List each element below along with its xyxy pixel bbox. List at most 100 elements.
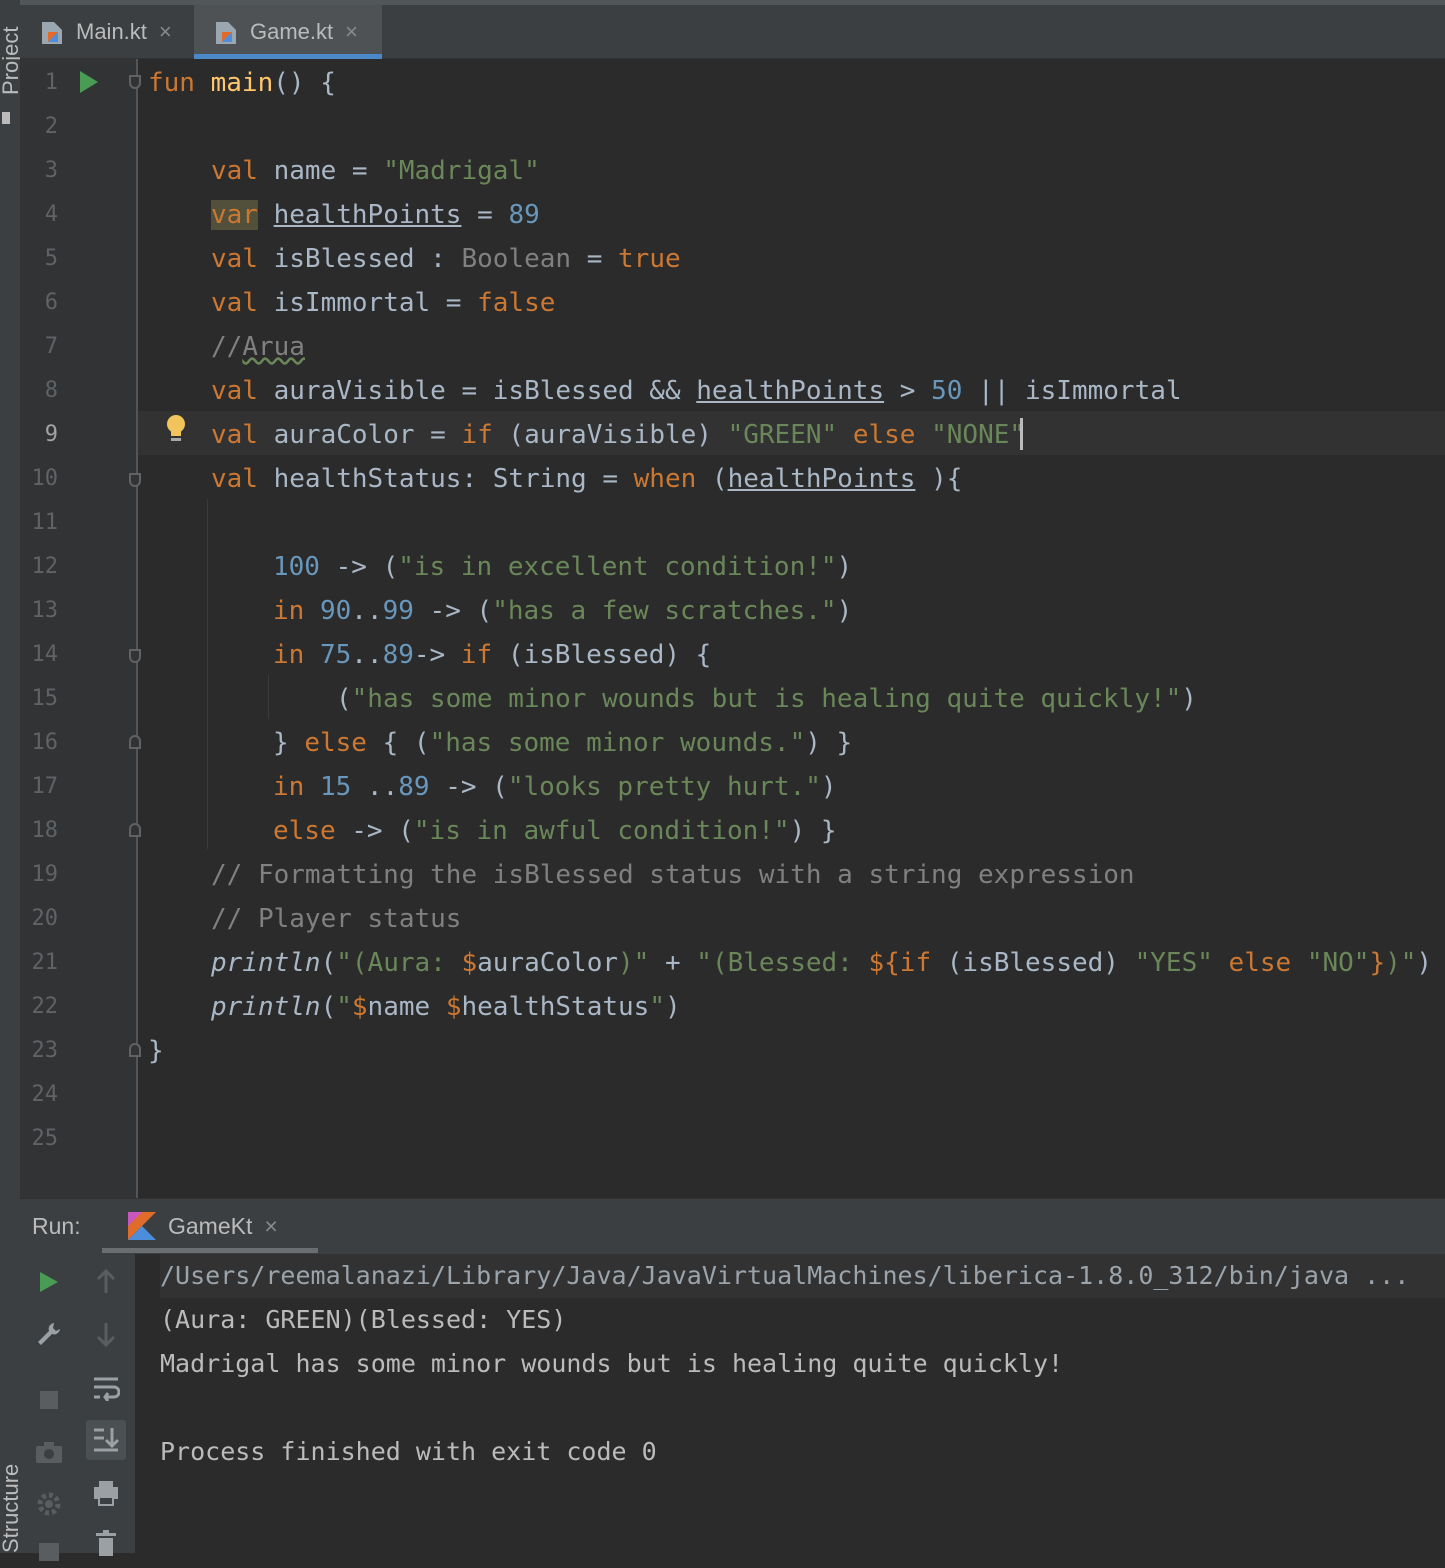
keyword: val	[211, 464, 258, 494]
line-number: 11	[31, 510, 59, 535]
code-text: { (	[366, 728, 430, 758]
code-line-12: 100 -> ("is in excellent condition!")	[273, 545, 852, 589]
code-text: -> (	[319, 552, 399, 582]
code-line-23: }	[148, 1029, 164, 1073]
run-panel-header: Run: GameKt ×	[20, 1198, 1445, 1254]
string-literal: "NO"	[1306, 948, 1370, 978]
stop-icon[interactable]	[32, 1383, 66, 1417]
line-number: 21	[31, 950, 59, 975]
template-marker: ${	[868, 948, 900, 978]
mutable-variable: healthPoints	[696, 376, 885, 406]
settings-icon[interactable]	[32, 1487, 66, 1521]
string-literal: "is in excellent condition!"	[398, 552, 837, 582]
fold-marker[interactable]	[129, 473, 141, 487]
up-arrow-icon[interactable]	[89, 1265, 123, 1299]
code-text: +	[649, 948, 697, 978]
code-text: ){	[915, 464, 963, 494]
line-number: 5	[44, 246, 58, 271]
scroll-to-end-icon[interactable]	[86, 1420, 126, 1460]
code-text: () {	[273, 68, 336, 98]
run-panel-label: Run:	[32, 1213, 81, 1239]
code-text: )	[836, 596, 853, 626]
code-line-6: val isImmortal = false	[211, 281, 555, 325]
number-literal: 50	[931, 376, 963, 406]
fold-marker[interactable]	[129, 735, 141, 749]
console-output-line: Process finished with exit code 0	[160, 1437, 657, 1466]
camera-icon[interactable]	[32, 1435, 66, 1469]
fold-marker[interactable]	[129, 75, 141, 89]
string-literal	[430, 992, 446, 1022]
code-text: -> (	[413, 596, 493, 626]
run-tab-label: GameKt	[168, 1212, 253, 1239]
keyword: if	[461, 420, 493, 450]
project-indicator	[2, 112, 10, 124]
line-number: 15	[31, 686, 59, 711]
trash-icon[interactable]	[89, 1526, 123, 1560]
close-icon[interactable]: ×	[159, 19, 172, 45]
code-text: )	[664, 992, 681, 1022]
code-text: >	[884, 376, 932, 406]
keyword: if	[899, 948, 932, 978]
print-icon[interactable]	[89, 1476, 123, 1510]
code-line-5: val isBlessed : Boolean = true	[211, 237, 681, 281]
code-text: ) }	[805, 728, 853, 758]
down-arrow-icon[interactable]	[89, 1317, 123, 1351]
code-text: isBlessed :	[257, 244, 462, 274]
code-line-19: // Formatting the isBlessed status with …	[211, 853, 1135, 897]
run-console-output[interactable]: /Users/reemalanazi/Library/Java/JavaVirt…	[135, 1254, 1445, 1553]
rerun-icon[interactable]	[32, 1265, 66, 1299]
string-literal: "	[649, 992, 665, 1022]
kotlin-file-icon	[42, 22, 62, 44]
code-line-17: in 15 ..89 -> ("looks pretty hurt.")	[273, 765, 837, 809]
comment-typo: Arua	[242, 332, 305, 362]
keyword: in	[273, 772, 305, 802]
keyword: when	[633, 464, 697, 494]
line-number: 10	[31, 466, 59, 491]
line-number: 23	[31, 1038, 59, 1063]
function-call: println	[211, 992, 321, 1022]
code-line-1: fun main() {	[148, 61, 336, 105]
template-variable: healthStatus	[461, 992, 650, 1022]
toolbar-icon[interactable]	[32, 1534, 66, 1568]
template-variable: auraColor	[477, 948, 619, 978]
mutable-variable: healthPoints	[727, 464, 916, 494]
tab-main-kt[interactable]: Main.kt ×	[20, 5, 192, 59]
keyword: else	[852, 420, 916, 450]
fold-marker[interactable]	[129, 1043, 141, 1057]
code-text: name =	[257, 156, 384, 186]
fold-marker[interactable]	[129, 823, 141, 837]
gutter-separator	[136, 59, 138, 1198]
console-command-line[interactable]: /Users/reemalanazi/Library/Java/JavaVirt…	[160, 1254, 1445, 1298]
code-text: auraColor =	[257, 420, 462, 450]
run-tab-gamekt[interactable]: GameKt ×	[102, 1199, 318, 1253]
lightbulb-icon[interactable]	[165, 414, 187, 444]
tab-game-kt[interactable]: Game.kt ×	[194, 5, 382, 59]
fold-marker[interactable]	[129, 649, 141, 663]
run-toolbar	[20, 1254, 136, 1561]
code-text: healthStatus: String =	[257, 464, 634, 494]
string-literal: "has some minor wounds."	[429, 728, 806, 758]
line-number: 6	[44, 290, 58, 315]
close-icon[interactable]: ×	[264, 1213, 277, 1240]
line-number: 4	[44, 202, 58, 227]
soft-wrap-icon[interactable]	[89, 1371, 123, 1405]
run-triangle-icon[interactable]	[80, 71, 98, 93]
wrench-icon[interactable]	[32, 1317, 66, 1351]
code-text: (	[336, 684, 352, 714]
keyword: val	[211, 244, 258, 274]
code-text: )	[836, 552, 853, 582]
number-literal: 99	[382, 596, 414, 626]
close-icon[interactable]: ×	[345, 19, 358, 45]
line-number: 14	[31, 642, 59, 667]
code-editor[interactable]: 1 2 3 4 5 6 7 8 9 10 11 12 13 14 15 16 17 18 19 20 21 22 23 24 2…	[20, 59, 1445, 1198]
string-literal: "has a few scratches."	[492, 596, 837, 626]
template-marker: $	[351, 992, 368, 1022]
number-literal: 75	[319, 640, 352, 670]
number-literal: 100	[273, 552, 320, 582]
code-line-8: val auraVisible = isBlessed && healthPoi…	[211, 369, 1182, 413]
console-output-line: (Aura: GREEN)(Blessed: YES)	[160, 1305, 567, 1334]
line-number: 2	[44, 114, 58, 139]
tab-label: Game.kt	[250, 19, 334, 44]
code-text: )	[1181, 684, 1197, 714]
